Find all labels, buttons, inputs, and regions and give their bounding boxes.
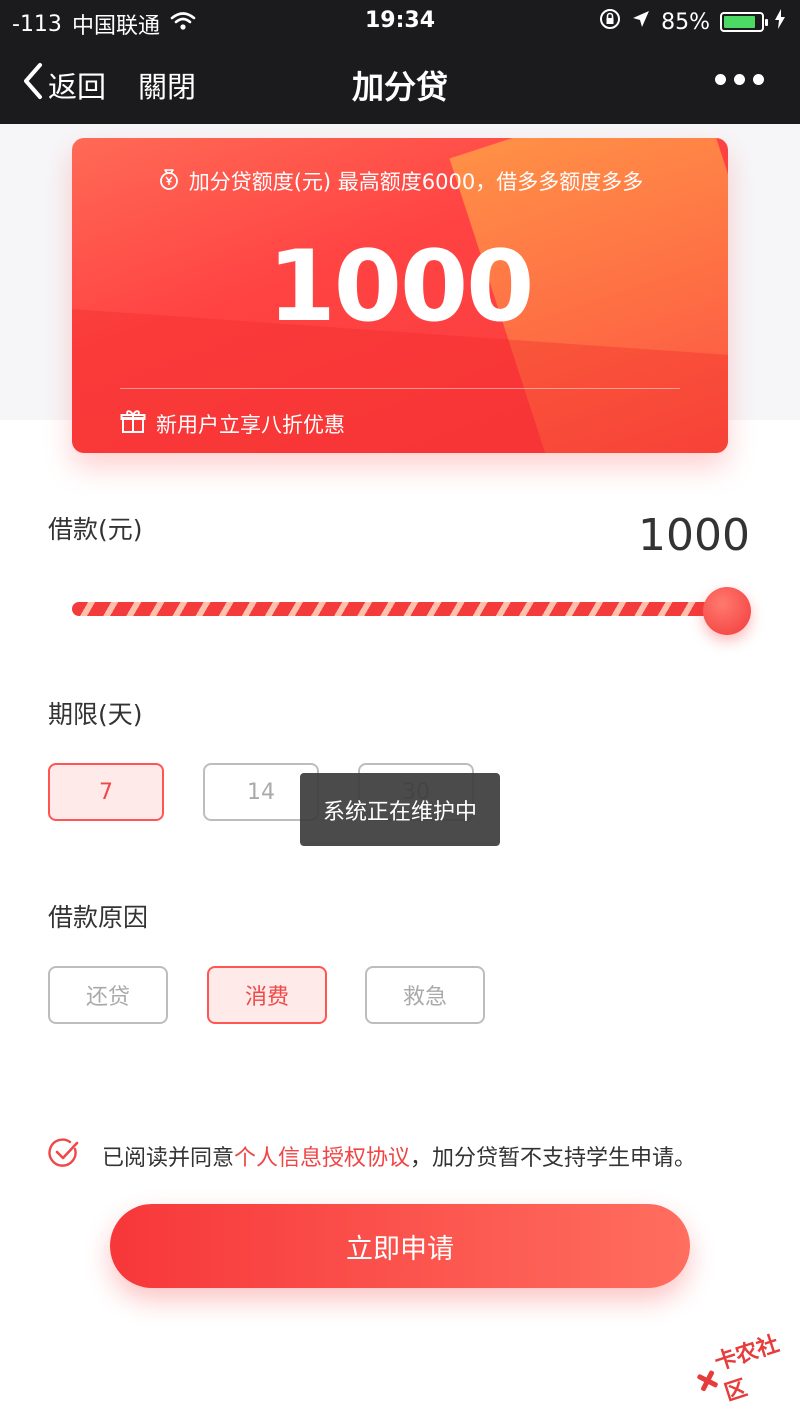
agreement-text: 已阅读并同意个人信息授权协议，加分贷暂不支持学生申请。 xyxy=(102,1140,696,1172)
loan-amount-slider-track[interactable] xyxy=(72,602,722,616)
reason-option-emergency[interactable]: 救急 xyxy=(365,966,485,1024)
loan-amount-slider-thumb[interactable] xyxy=(703,587,751,635)
card-limit-text: 加分贷额度(元) 最高额度6000，借多多额度多多 xyxy=(188,170,644,194)
more-dot-icon xyxy=(715,74,726,85)
apply-now-button[interactable]: 立即申请 xyxy=(110,1204,690,1288)
battery-icon xyxy=(720,12,768,32)
battery-fill xyxy=(724,16,755,28)
privacy-agreement-link[interactable]: 个人信息授权协议 xyxy=(234,1146,410,1171)
card-promo: 新用户立享八折优惠 xyxy=(120,408,345,439)
more-dot-icon xyxy=(734,74,745,85)
nav-bar: 返回 關閉 加分贷 xyxy=(0,40,800,124)
watermark-logo-icon xyxy=(693,1368,719,1395)
term-label: 期限(天) xyxy=(48,700,143,729)
loan-amount-value: 1000 xyxy=(638,510,750,561)
page-title: 加分贷 xyxy=(351,68,448,106)
watermark: 卡农社区 xyxy=(687,1321,800,1415)
more-options-button[interactable] xyxy=(715,74,764,85)
rotation-lock-icon xyxy=(599,8,621,36)
card-divider xyxy=(120,388,680,389)
agreement-row: 已阅读并同意个人信息授权协议，加分贷暂不支持学生申请。 xyxy=(48,1137,696,1175)
agreement-suffix: ，加分贷暂不支持学生申请。 xyxy=(410,1146,697,1171)
reason-option-repay[interactable]: 还贷 xyxy=(48,966,168,1024)
gift-icon xyxy=(120,408,146,439)
more-dot-icon xyxy=(753,74,764,85)
status-right: 85% xyxy=(599,8,786,36)
agreement-prefix: 已阅读并同意 xyxy=(102,1146,235,1171)
promo-text: 新用户立享八折优惠 xyxy=(156,412,345,437)
battery-percent: 85% xyxy=(661,9,710,35)
status-bar: -113 中国联通 19:34 85% xyxy=(0,0,800,40)
reason-label: 借款原因 xyxy=(48,903,149,932)
credit-amount: 1000 xyxy=(267,230,535,344)
reason-option-consume[interactable]: 消费 xyxy=(207,966,327,1024)
money-bag-icon xyxy=(157,167,181,196)
credit-limit-card: 加分贷额度(元) 最高额度6000，借多多额度多多 1000 新用户立享八折优惠 xyxy=(72,138,728,453)
agreement-checkbox[interactable] xyxy=(48,1137,80,1175)
charging-icon xyxy=(774,9,786,35)
loan-amount-label: 借款(元) xyxy=(48,515,143,544)
maintenance-toast: 系统正在维护中 xyxy=(300,773,500,846)
card-limit-info: 加分贷额度(元) 最高额度6000，借多多额度多多 xyxy=(72,166,728,196)
watermark-text: 卡农社区 xyxy=(711,1331,783,1407)
location-arrow-icon xyxy=(631,9,651,35)
term-option-7[interactable]: 7 xyxy=(48,763,164,821)
